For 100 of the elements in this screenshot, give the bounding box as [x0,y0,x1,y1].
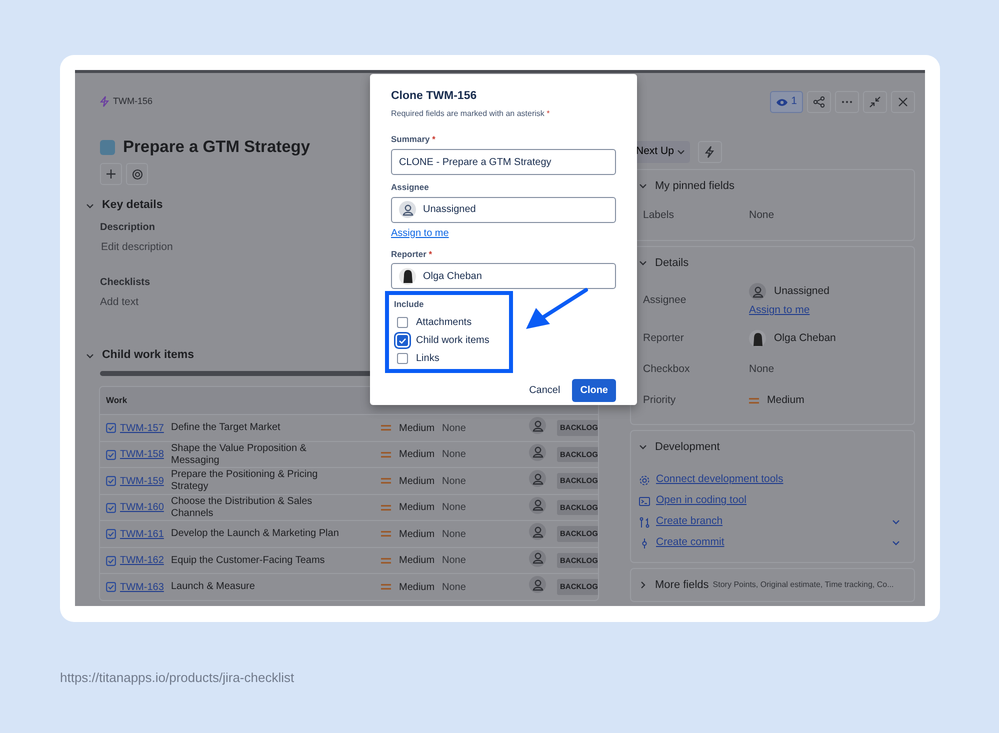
priority-medium-icon [749,398,759,404]
user-avatar [529,550,546,567]
add-button[interactable] [100,163,122,186]
summary-text: Shape the Value Proposition & Messaging [171,442,308,467]
issue-link[interactable]: TWM-161 [120,526,164,542]
priority-text: Medium [767,392,804,408]
field-label: Summary * [391,133,436,146]
field-placeholder[interactable]: Edit description [101,240,173,256]
plus-icon [106,169,116,180]
priority-text: Medium [399,501,435,516]
branch-icon [639,516,650,528]
development-link[interactable]: Create branch [656,514,886,530]
minimize-button[interactable] [863,91,887,113]
field-value: None [749,209,774,222]
text-field[interactable]: CLONE - Prepare a GTM Strategy [391,149,616,175]
chevron-icon[interactable] [639,443,647,452]
assign-link[interactable]: Assign to me [749,303,810,319]
issue-type-icon [100,140,115,155]
panel-heading[interactable]: Development [655,439,720,456]
chevron-icon[interactable] [86,202,94,210]
development-link[interactable]: Connect development tools [656,472,906,488]
pointer-arrow [526,288,588,329]
summary-text: Launch & Measure [171,581,256,594]
close-icon [897,96,909,108]
checkbox-label: Attachments [416,316,472,330]
field-label: Checklists [100,276,150,290]
summary-text: Develop the Launch & Marketing Plan [171,528,340,540]
priority-text: Medium [399,580,435,595]
field-label: Checkbox [643,362,691,377]
issue-link[interactable]: TWM-162 [120,553,164,568]
table-cell-text: None [442,528,467,542]
share-icon [813,96,825,108]
settings-button[interactable] [126,163,148,186]
table-cell-text: None [442,474,467,489]
group-label: Include [394,298,425,311]
assign-link[interactable]: Assign to me [391,226,449,241]
development-link[interactable]: Create commit [656,535,886,551]
priority-medium-icon [381,478,391,484]
share-button[interactable] [807,91,831,113]
task-icon [106,556,116,566]
chevron-icon[interactable] [639,258,647,267]
development-link[interactable]: Open in coding tool [656,493,906,509]
issue-link[interactable]: TWM-160 [120,500,164,516]
close-button[interactable] [891,91,915,113]
task-icon [106,529,116,540]
panel-heading[interactable]: My pinned fields [655,178,734,194]
automation-button[interactable] [698,141,722,163]
checkbox[interactable] [397,335,408,346]
user-picker[interactable]: Unassigned [391,196,616,223]
issue-link[interactable]: TWM-163 [120,580,164,595]
user-avatar [529,470,546,488]
issue-key[interactable]: TWM-156 [113,95,153,108]
field-label: Assignee [391,181,430,194]
user-avatar [529,576,546,594]
user-name: Unassigned [774,284,830,299]
table-cell-text: None [442,554,467,568]
summary-text: Choose the Distribution & Sales Channels [171,496,314,520]
issue-link[interactable]: TWM-159 [120,474,164,489]
table-cell-text: None [442,422,467,436]
panel-heading[interactable]: Details [655,254,689,271]
field-label: Priority [643,392,677,408]
chevron-icon[interactable] [639,580,647,589]
chevron-icon[interactable] [86,352,94,360]
user-name: Olga Cheban [774,330,836,346]
issue-title: Prepare a GTM Strategy [123,138,310,158]
field-label: Assignee [643,293,688,308]
field-placeholder[interactable]: Add text [100,295,139,312]
section-heading[interactable]: Child work items [102,347,194,364]
table-cell-text: None [442,448,467,462]
priority-medium-icon [381,558,391,564]
watch-button[interactable]: 1 [770,91,803,113]
chevron-icon[interactable] [639,182,647,190]
priority-medium-icon [381,584,391,590]
lightning-icon [705,146,714,158]
task-icon [106,476,116,486]
source-url: https://titanapps.io/products/jira-checklist [60,670,294,685]
field-label: Reporter [643,330,685,346]
checkbox-label: Links [416,352,440,366]
field-label: Labels [643,208,675,224]
section-heading[interactable]: Key details [102,197,163,215]
issue-link[interactable]: TWM-157 [120,420,164,436]
priority-medium-icon [381,504,391,511]
panel-heading[interactable]: More fields [655,576,709,593]
caret-icon [676,148,685,156]
chevron-icon[interactable] [892,518,900,526]
summary-text: Prepare the Positioning & Pricing Strategy [171,469,319,494]
priority-text: Medium [399,554,435,568]
dialog-title: Clone TWM-156 [391,89,478,104]
chevron-icon[interactable] [892,539,900,547]
summary-text: Equip the Customer-Facing Teams [171,554,326,567]
priority-medium-icon [381,452,391,458]
gear-icon [639,474,650,486]
clone-button[interactable]: Clone [572,379,616,402]
issue-link[interactable]: TWM-158 [120,447,164,462]
checkbox[interactable] [397,317,408,328]
priority-text: Medium [399,474,435,489]
user-picker[interactable]: Olga Cheban [391,263,616,290]
field-summary: Story Points, Original estimate, Time tracking, Co... [712,578,894,591]
user-avatar [529,444,546,461]
checkbox[interactable] [397,353,408,364]
